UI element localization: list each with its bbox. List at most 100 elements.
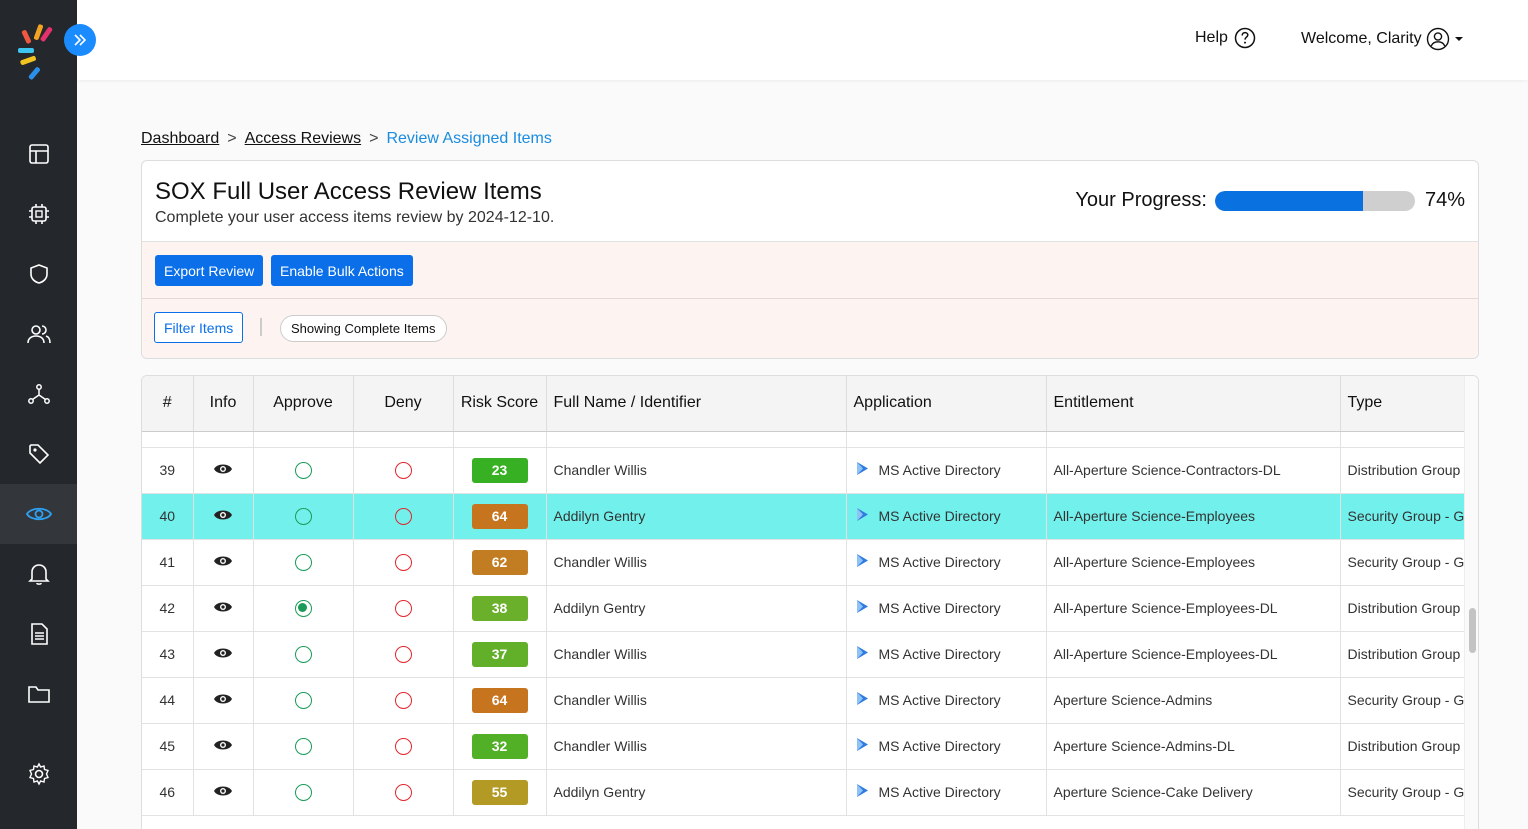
row-risk-cell: 32	[453, 723, 547, 770]
folder-icon	[27, 686, 50, 703]
eye-icon[interactable]	[213, 693, 233, 709]
progress-percent: 74%	[1424, 189, 1465, 211]
table-scrollbar-thumb[interactable]	[1469, 608, 1476, 653]
deny-radio[interactable]	[394, 645, 412, 663]
deny-radio[interactable]	[394, 507, 412, 525]
help-link[interactable]: Help	[1195, 27, 1256, 49]
approve-radio[interactable]	[294, 691, 312, 709]
nav-reviews[interactable]	[0, 484, 77, 544]
row-entitlement: All-Aperture Science-Employees-DL	[1046, 631, 1341, 678]
table-row[interactable]: 42 38 Addilyn Gentry MS Active Directory All…	[142, 585, 1465, 632]
table-row[interactable]: 40 64 Addilyn Gentry MS Active Directory All…	[142, 493, 1465, 540]
table-row[interactable]: 46 55 Addilyn Gentry MS Active Directory Ape…	[142, 769, 1465, 816]
breadcrumb-access-reviews[interactable]: Access Reviews	[245, 130, 361, 148]
column-header-application[interactable]: Application	[846, 376, 1047, 432]
nav-connections[interactable]	[0, 364, 77, 424]
nav-systems[interactable]	[0, 184, 77, 244]
approve-radio[interactable]	[294, 645, 312, 663]
breadcrumb-dashboard[interactable]: Dashboard	[141, 130, 219, 148]
row-application: MS Active Directory	[846, 631, 1047, 678]
nav-users[interactable]	[0, 304, 77, 364]
row-number: 45	[142, 723, 194, 770]
row-deny-cell	[353, 723, 454, 770]
nav-tags[interactable]	[0, 424, 77, 484]
risk-score-badge: 55	[471, 779, 528, 805]
user-menu[interactable]: Welcome, Clarity	[1301, 27, 1464, 51]
row-risk-cell: 62	[453, 539, 547, 586]
nav-security[interactable]	[0, 244, 77, 304]
table-row-partial	[142, 431, 1465, 448]
eye-icon[interactable]	[213, 739, 233, 755]
nav-dashboard[interactable]	[0, 124, 77, 184]
table-row[interactable]: 44 64 Chandler Willis MS Active Directory Ap…	[142, 677, 1465, 724]
approve-radio[interactable]	[294, 461, 312, 479]
breadcrumb: Dashboard > Access Reviews > Review Assi…	[141, 130, 552, 148]
risk-score-badge: 37	[471, 641, 528, 667]
column-header-number[interactable]: #	[142, 376, 194, 432]
deny-radio[interactable]	[394, 461, 412, 479]
risk-score-badge: 62	[471, 549, 528, 575]
row-approve-cell	[253, 677, 354, 724]
review-card: SOX Full User Access Review Items Comple…	[141, 160, 1479, 359]
users-icon	[26, 325, 51, 344]
nav-reports[interactable]	[0, 604, 77, 664]
row-risk-cell: 23	[453, 447, 547, 494]
deny-radio[interactable]	[394, 599, 412, 617]
eye-icon[interactable]	[213, 647, 233, 663]
column-header-approve[interactable]: Approve	[253, 376, 354, 432]
table-row[interactable]: 39 23 Chandler Willis MS Active Directory Al…	[142, 447, 1465, 494]
row-full-name: Addilyn Gentry	[546, 769, 847, 816]
eye-icon[interactable]	[213, 463, 233, 479]
showing-complete-items-pill[interactable]: Showing Complete Items	[280, 315, 447, 342]
row-info-cell	[193, 677, 254, 724]
shield-icon	[29, 264, 48, 284]
export-review-button[interactable]: Export Review	[155, 255, 264, 286]
approve-radio[interactable]	[294, 737, 312, 755]
deny-radio[interactable]	[394, 783, 412, 801]
expand-sidebar-button[interactable]	[64, 24, 96, 56]
tag-icon	[28, 444, 49, 465]
row-full-name: Chandler Willis	[546, 447, 847, 494]
column-header-type[interactable]: Type	[1340, 376, 1465, 432]
approve-radio[interactable]	[294, 553, 312, 571]
risk-score-badge: 64	[471, 503, 528, 529]
double-chevron-right-icon	[74, 34, 87, 46]
table-row[interactable]: 43 37 Chandler Willis MS Active Directory Al…	[142, 631, 1465, 678]
approve-radio[interactable]	[294, 507, 312, 525]
nav-files[interactable]	[0, 664, 77, 724]
approve-radio[interactable]	[294, 783, 312, 801]
deny-radio[interactable]	[394, 737, 412, 755]
column-header-deny[interactable]: Deny	[353, 376, 454, 432]
network-icon	[27, 384, 50, 404]
nav-notifications[interactable]	[0, 544, 77, 604]
row-full-name: Chandler Willis	[546, 677, 847, 724]
table-row[interactable]: 41 62 Chandler Willis MS Active Directory Al…	[142, 539, 1465, 586]
enable-bulk-actions-button[interactable]: Enable Bulk Actions	[271, 255, 413, 286]
row-deny-cell	[353, 585, 454, 632]
eye-icon[interactable]	[213, 509, 233, 525]
deny-radio[interactable]	[394, 691, 412, 709]
eye-icon[interactable]	[213, 555, 233, 571]
progress-bar-fill	[1214, 190, 1363, 211]
application-name: MS Active Directory	[878, 554, 1001, 570]
column-header-info[interactable]: Info	[193, 376, 254, 432]
column-header-full-name[interactable]: Full Name / Identifier	[546, 376, 847, 432]
eye-icon[interactable]	[213, 601, 233, 617]
user-circle-icon	[1426, 27, 1449, 51]
application-name: MS Active Directory	[878, 600, 1001, 616]
layout-icon	[28, 144, 49, 164]
deny-radio[interactable]	[394, 553, 412, 571]
table-scroll-track[interactable]	[1464, 376, 1478, 829]
table-row[interactable]: 45 32 Chandler Willis MS Active Directory Ap…	[142, 723, 1465, 770]
column-header-entitlement[interactable]: Entitlement	[1046, 376, 1341, 432]
row-info-cell	[193, 493, 254, 540]
row-number: 44	[142, 677, 194, 724]
approve-radio[interactable]	[294, 599, 312, 617]
chip-icon	[28, 204, 49, 224]
nav-settings[interactable]	[0, 744, 77, 804]
divider	[260, 318, 262, 336]
filter-items-button[interactable]: Filter Items	[154, 312, 244, 343]
items-table: # Info Approve Deny Risk Score Full Name…	[142, 376, 1465, 816]
column-header-risk-score[interactable]: Risk Score	[453, 376, 547, 432]
eye-icon[interactable]	[213, 785, 233, 801]
